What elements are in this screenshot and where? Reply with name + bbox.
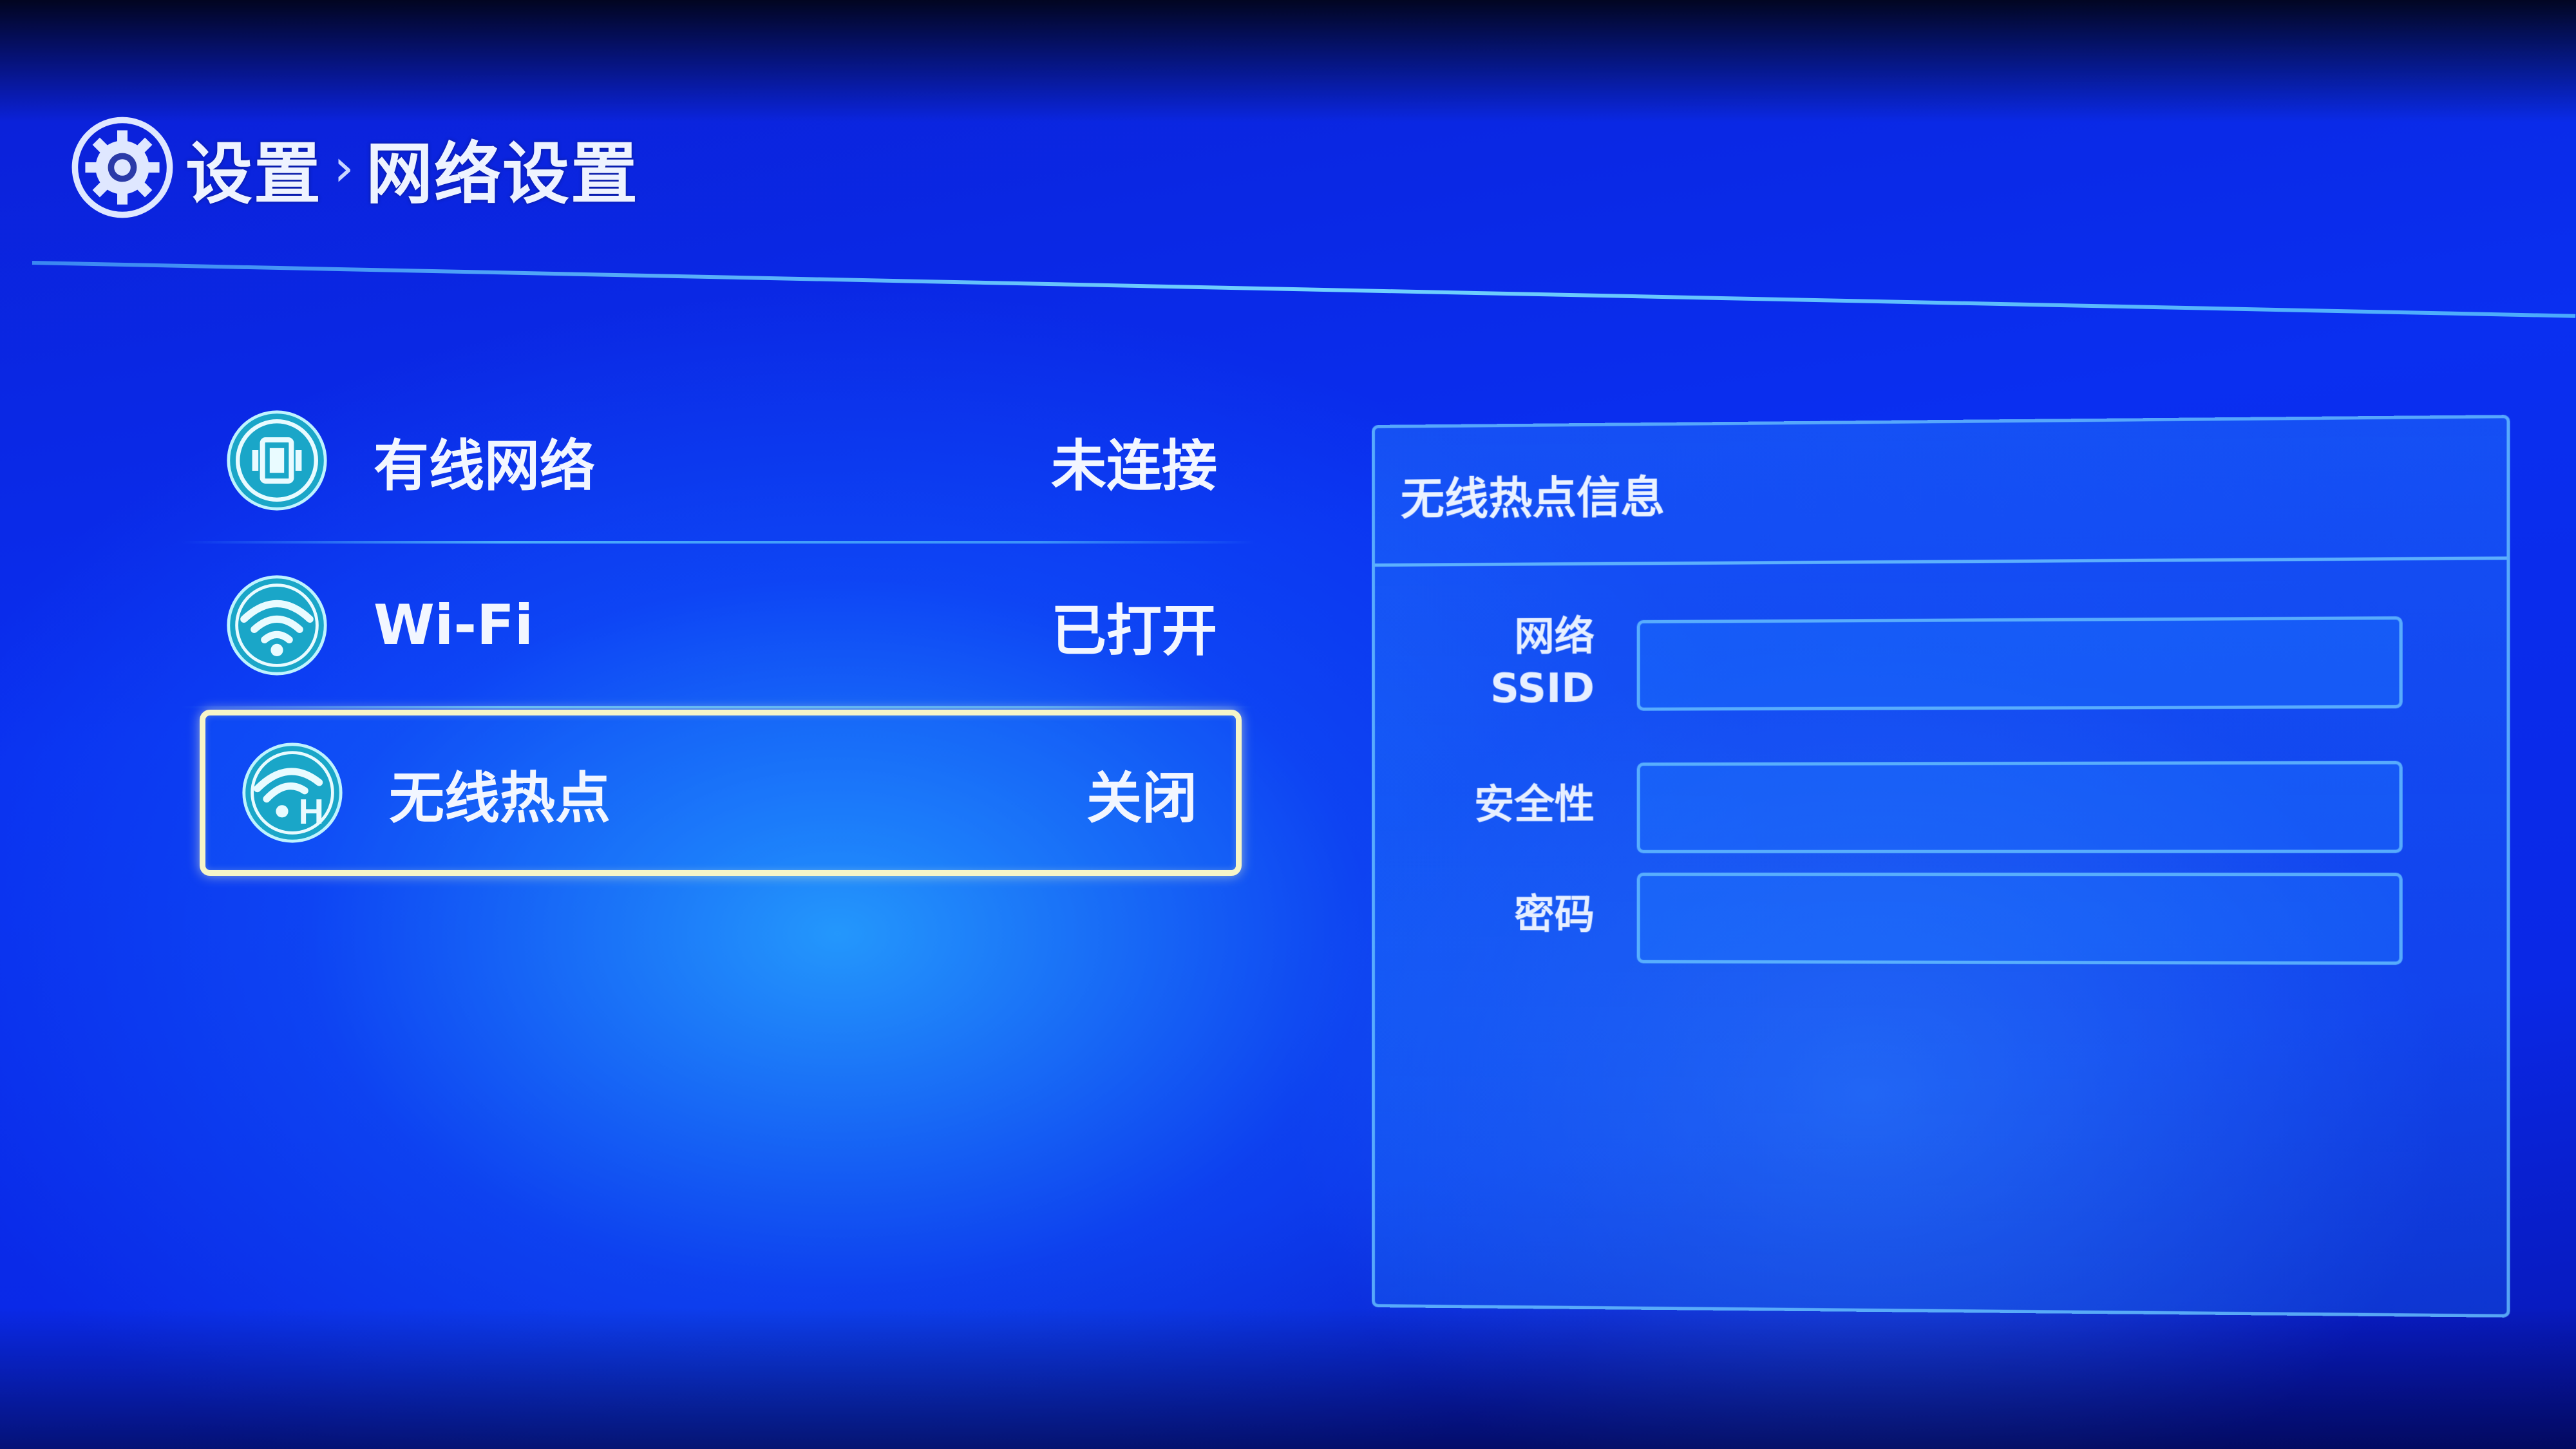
menu-item-label: 无线热点 <box>389 766 611 831</box>
menu-item-hotspot[interactable]: H 无线热点 关闭 <box>200 710 1242 876</box>
wifi-icon <box>227 575 327 676</box>
page-title: 网络设置 <box>366 134 639 213</box>
password-label-text: 密码 <box>1514 891 1595 938</box>
screen: 设置 › 网络设置 有线网络 未连接 Wi-Fi 已打开 H 无线热点 关闭 无… <box>0 0 2576 1449</box>
ssid-label-line2: SSID <box>1490 664 1595 712</box>
ssid-label-line1: 网络 <box>1514 612 1595 661</box>
ssid-field-row: 网络 SSID <box>1375 609 2506 712</box>
password-label: 密码 <box>1514 866 1595 963</box>
password-field-row: 密码 <box>1375 866 2506 965</box>
password-input[interactable] <box>1636 873 2403 965</box>
header-divider <box>32 261 2576 318</box>
ethernet-icon <box>227 410 327 511</box>
menu-item-status: 已打开 <box>1051 598 1217 663</box>
top-vignette <box>0 0 2576 122</box>
svg-text:H: H <box>299 792 324 831</box>
panel-divider <box>1374 556 2507 567</box>
breadcrumb: 设置 › 网络设置 <box>71 109 639 225</box>
menu-item-ethernet[interactable]: 有线网络 未连接 <box>180 380 1256 544</box>
panel-title: 无线热点信息 <box>1400 472 1665 526</box>
gear-icon <box>71 117 173 218</box>
menu-item-status: 未连接 <box>1051 433 1217 498</box>
menu-item-wifi[interactable]: Wi-Fi 已打开 <box>180 545 1256 708</box>
breadcrumb-separator-icon: › <box>334 137 355 198</box>
hotspot-info-panel: 无线热点信息 网络 SSID 安全性 密码 <box>1372 415 2510 1318</box>
hotspot-icon: H <box>242 743 343 843</box>
network-menu: 有线网络 未连接 Wi-Fi 已打开 H 无线热点 关闭 <box>180 380 1256 876</box>
security-input[interactable] <box>1636 761 2403 853</box>
menu-item-label: Wi-Fi <box>374 593 534 658</box>
security-label: 安全性 <box>1474 756 1595 853</box>
security-field-row: 安全性 <box>1375 754 2506 853</box>
breadcrumb-root[interactable]: 设置 <box>185 119 322 216</box>
menu-item-label: 有线网络 <box>374 433 595 498</box>
security-label-text: 安全性 <box>1474 781 1595 828</box>
menu-divider <box>180 541 1256 544</box>
menu-item-status: 关闭 <box>1086 766 1197 831</box>
bottom-vignette <box>0 1307 2576 1449</box>
menu-divider <box>180 706 1256 708</box>
ssid-input[interactable] <box>1636 616 2403 711</box>
ssid-label: 网络 SSID <box>1490 612 1595 712</box>
